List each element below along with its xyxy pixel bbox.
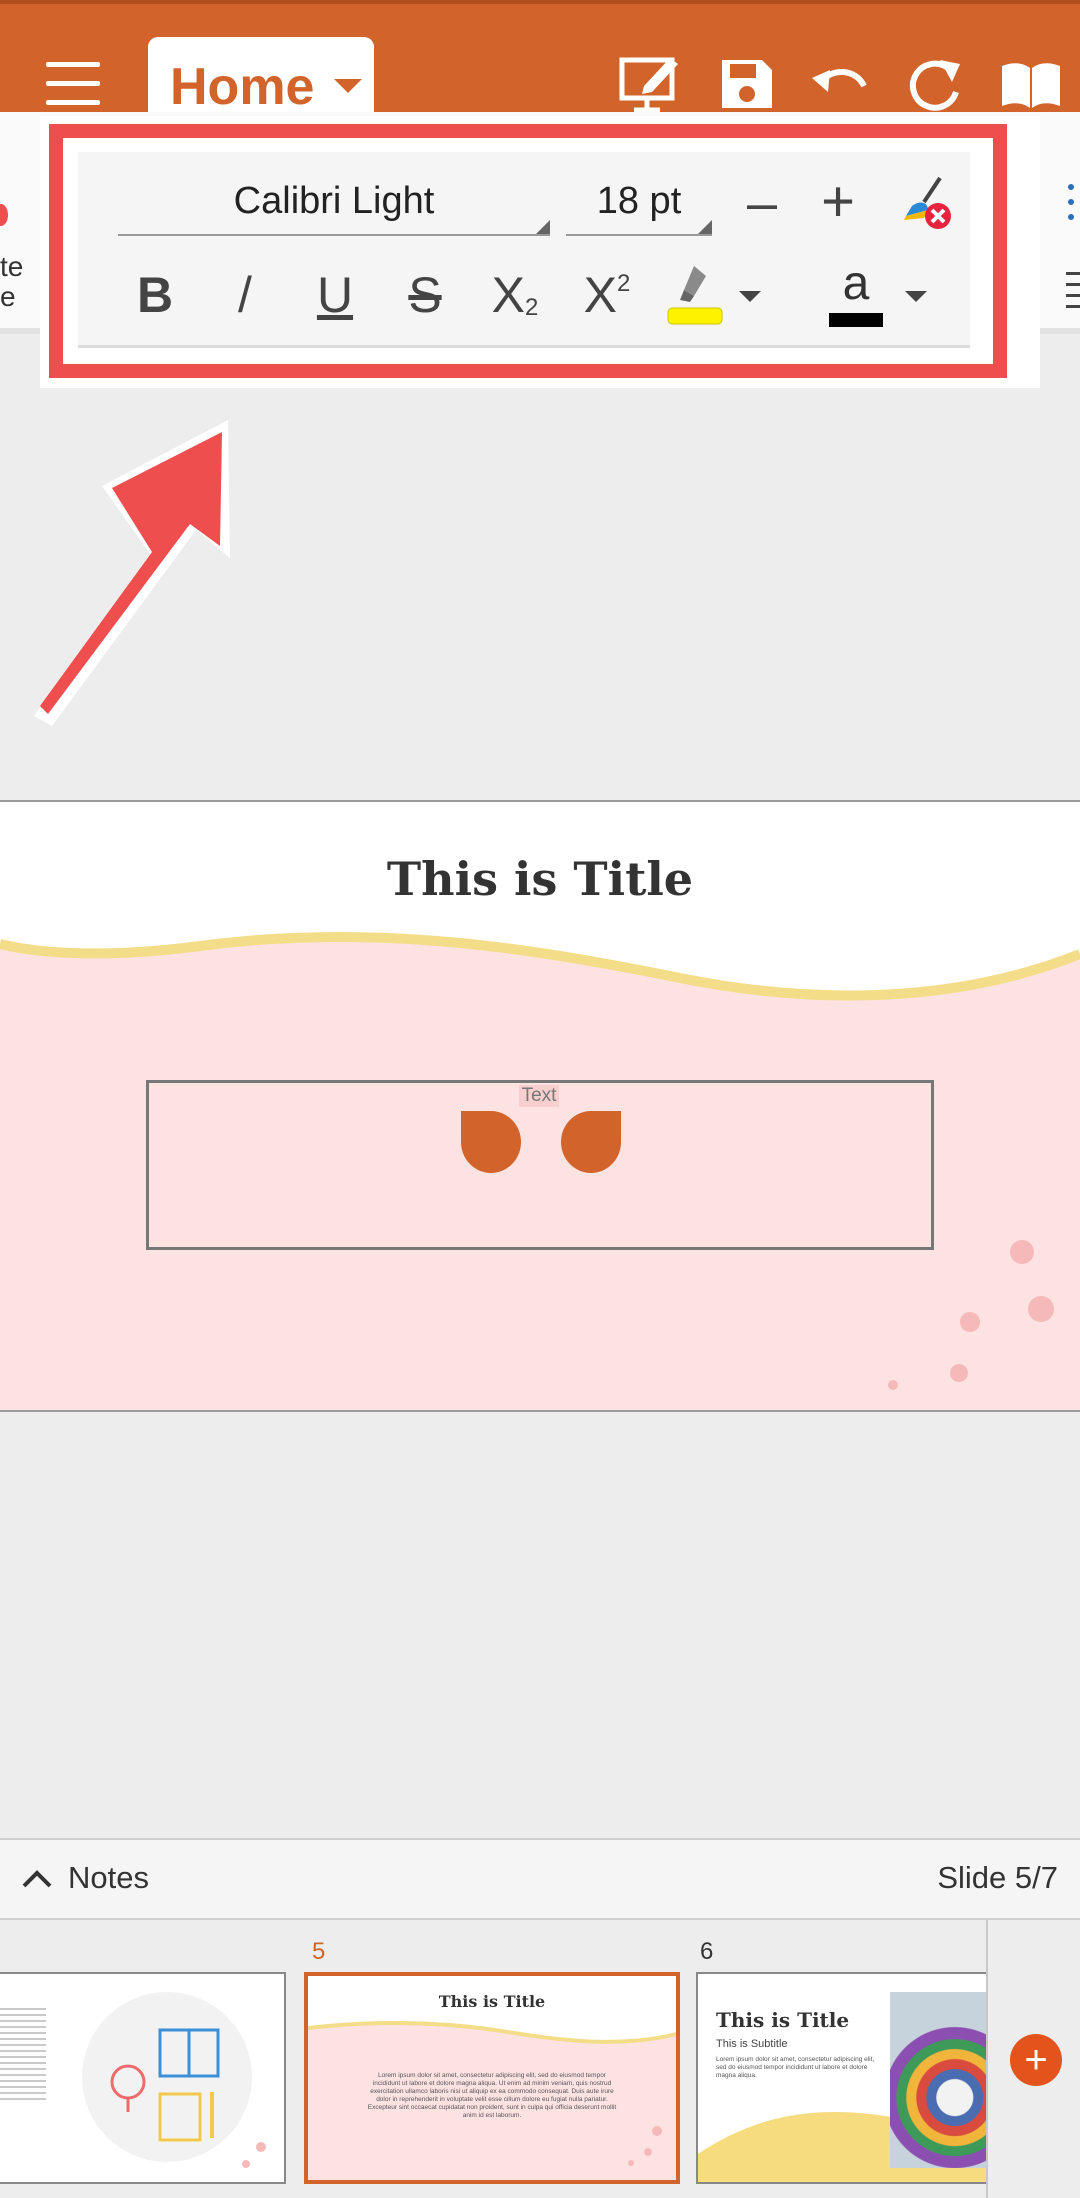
superscript-button[interactable]: X2 [572, 252, 642, 338]
top-toolbar: Home [0, 0, 1080, 127]
presentation-edit-icon[interactable] [616, 52, 686, 116]
underline-button[interactable]: U [300, 252, 370, 338]
slide-thumbnail-strip: 5 This is Title Lorem ipsum dolor sit am… [0, 1920, 996, 2198]
save-icon[interactable] [712, 52, 782, 116]
selection-end-handle[interactable] [561, 1111, 621, 1173]
italic-button[interactable]: / [210, 252, 280, 338]
increase-font-size-button[interactable]: + [808, 166, 868, 236]
font-size-dropdown[interactable]: 18 pt [566, 172, 712, 236]
slide-thumbnail-5[interactable]: This is Title Lorem ipsum dolor sit amet… [304, 1972, 680, 2184]
thumbnail-number: 5 [312, 1938, 326, 1965]
book-icon[interactable] [996, 52, 1066, 116]
colored-pencils-photo [890, 1992, 994, 2168]
thumb-title: This is Title [438, 1992, 546, 2011]
subscript-base: X [491, 267, 525, 323]
hamburger-menu-icon[interactable] [46, 62, 100, 106]
clear-format-icon[interactable] [894, 172, 958, 236]
thumbnail-number: 6 [700, 1938, 714, 1965]
slide-thumbnail-6[interactable]: This is Title This is Subtitle Lorem ips… [696, 1972, 996, 2184]
subscript-mark: 2 [525, 294, 539, 321]
highlight-color-button[interactable] [664, 258, 726, 330]
decor-dot [652, 2126, 662, 2136]
add-slide-button[interactable]: + [1010, 2034, 1062, 2086]
ribbon-partial-icon[interactable] [0, 204, 8, 226]
font-color-button[interactable]: a [824, 252, 888, 334]
decor-dot [960, 1312, 980, 1332]
slide-thumbnail-4[interactable] [0, 1972, 286, 2184]
highlight-color-chevron-down-icon[interactable] [732, 278, 768, 314]
decor-dot [1010, 1240, 1034, 1264]
thumb-body: Lorem ipsum dolor sit amet, consectetur … [716, 2056, 875, 2079]
font-name-value: Calibri Light [233, 180, 435, 222]
slide-title[interactable]: This is Title [0, 852, 1080, 906]
thumb-body: Lorem ipsum dolor sit amet, consectetur … [367, 2072, 617, 2119]
more-options-icon[interactable] [1068, 184, 1074, 220]
chevron-down-icon [334, 79, 362, 93]
thumb-wave [308, 1976, 676, 2044]
dropdown-corner-icon [698, 220, 712, 234]
superscript-base: X [583, 267, 617, 323]
thumb-text-lines [0, 2004, 46, 2104]
align-icon[interactable] [1066, 272, 1080, 316]
thumbnail-side-panel: + [986, 1920, 1080, 2198]
bold-button[interactable]: B [120, 252, 190, 338]
ribbon-partial-label: te e [0, 252, 23, 312]
home-tab-label: Home [170, 58, 315, 116]
subscript-button[interactable]: X2 [480, 252, 550, 338]
decor-dot [950, 1364, 968, 1382]
font-size-value: 18 pt [596, 180, 682, 222]
decor-dot [888, 1380, 898, 1390]
chevron-up-icon[interactable] [20, 1864, 54, 1894]
decor-dot [644, 2148, 652, 2156]
thumb-subtitle: This is Subtitle [716, 2038, 788, 2050]
dropdown-corner-icon [536, 220, 550, 234]
slide-counter: Slide 5/7 [937, 1860, 1058, 1895]
undo-icon[interactable] [806, 52, 876, 116]
font-color-swatch [829, 313, 883, 327]
redo-icon[interactable] [900, 52, 970, 116]
ribbon-partial-label-line2: e [0, 281, 16, 312]
decrease-font-size-button[interactable]: – [732, 170, 792, 236]
textbox-label: Text [519, 1085, 559, 1107]
font-name-dropdown[interactable]: Calibri Light [118, 172, 550, 236]
font-color-letter: a [842, 257, 870, 310]
decor-dot [1028, 1296, 1054, 1322]
strikethrough-button[interactable]: S [390, 252, 460, 338]
selection-start-handle[interactable] [461, 1111, 521, 1173]
thumb-title: This is Title [716, 2008, 850, 2032]
decor-dot [256, 2142, 266, 2152]
notes-label[interactable]: Notes [68, 1860, 149, 1896]
annotation-arrow-icon [34, 420, 230, 726]
superscript-mark: 2 [617, 270, 631, 297]
ribbon-partial-label-line1: te [0, 251, 24, 282]
slide-textbox[interactable]: Text [146, 1080, 934, 1250]
globe-book-illustration-icon [110, 2028, 220, 2142]
slide-canvas[interactable]: This is Title Text [0, 800, 1080, 1412]
font-format-popup: Calibri Light 18 pt – + B / U S X2 X2 a [78, 152, 970, 348]
notes-bar[interactable]: Notes Slide 5/7 [0, 1838, 1080, 1920]
font-color-chevron-down-icon[interactable] [898, 278, 934, 314]
decor-dot [628, 2160, 634, 2166]
decor-dot [242, 2160, 250, 2168]
slide-wave-decoration [0, 802, 1080, 1001]
